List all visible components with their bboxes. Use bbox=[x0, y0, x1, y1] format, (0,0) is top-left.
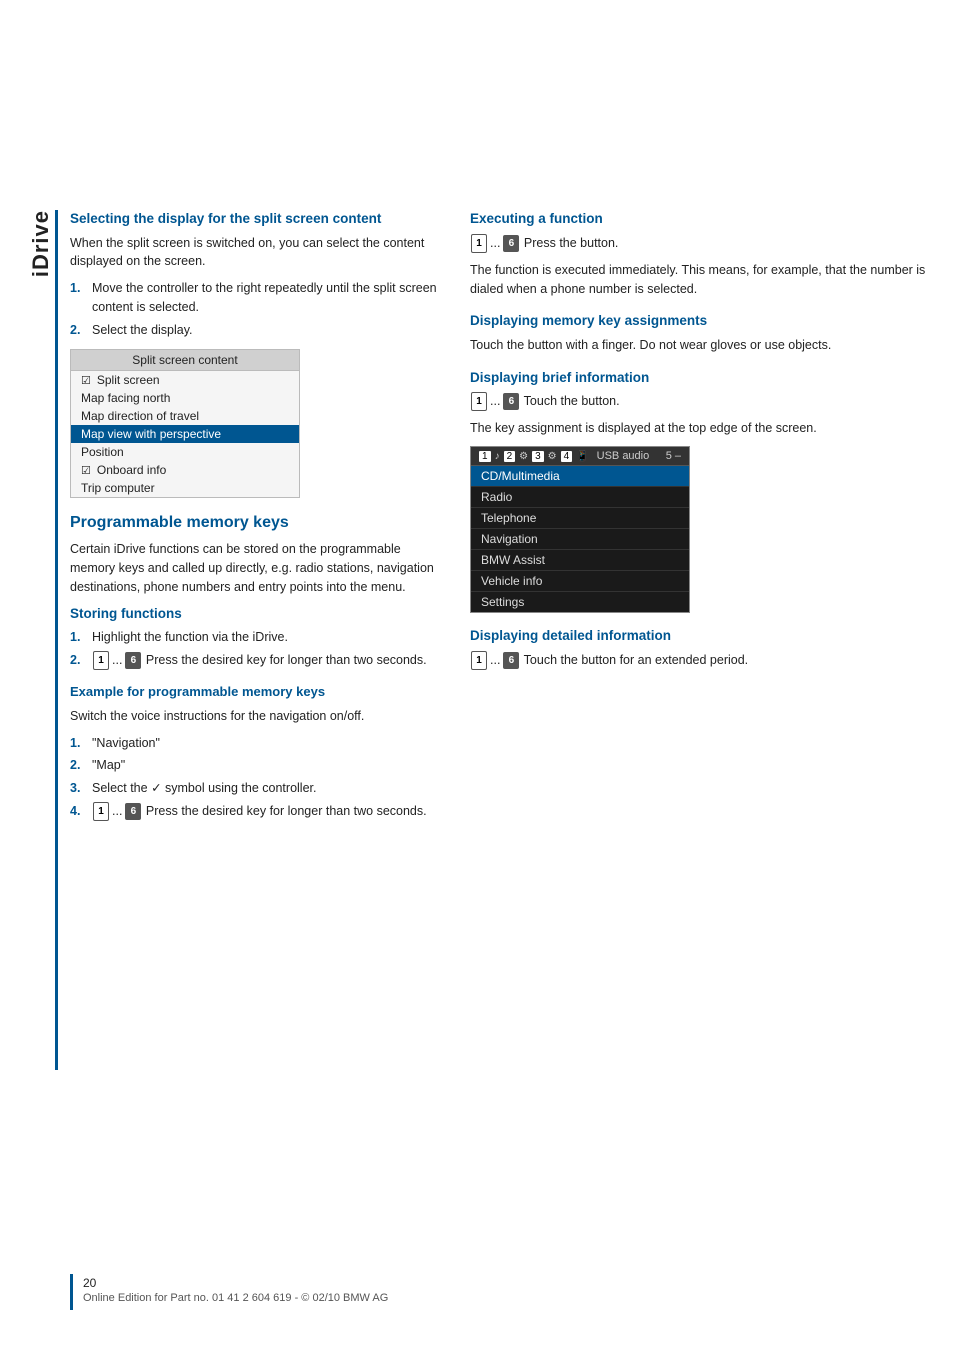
example-step-1: 1. "Navigation" bbox=[70, 734, 440, 753]
executing-function-section: Executing a function 1 ... 6 Press the b… bbox=[470, 210, 940, 298]
menu-navigation: Navigation bbox=[471, 529, 689, 550]
executing-instruction: 1 ... 6 Press the button. bbox=[470, 234, 940, 253]
menu-telephone: Telephone bbox=[471, 508, 689, 529]
prog-memory-title: Programmable memory keys bbox=[70, 514, 440, 532]
menu-item-split-screen: ☑ Split screen bbox=[71, 371, 299, 389]
example-heading: Example for programmable memory keys bbox=[70, 684, 440, 701]
nav-menu-header: 1 ♪ 2 ⚙ 3 ⚙ 4 📱 USB audio 5 – bbox=[471, 447, 689, 466]
example-subsection: Example for programmable memory keys Swi… bbox=[70, 684, 440, 821]
displaying-detailed-heading: Displaying detailed information bbox=[470, 627, 940, 645]
programmable-memory-section: Programmable memory keys Certain iDrive … bbox=[70, 514, 440, 821]
header-icon-3: ⚙ bbox=[519, 451, 528, 462]
header-icon-4: ⚙ bbox=[548, 451, 557, 462]
menu-item-trip: Trip computer bbox=[71, 479, 299, 497]
example-step-2: 2. "Map" bbox=[70, 756, 440, 775]
main-content: Selecting the display for the split scre… bbox=[70, 210, 940, 835]
step-1: 1. Move the controller to the right repe… bbox=[70, 279, 440, 317]
example-steps-list: 1. "Navigation" 2. "Map" 3. Select the ✓… bbox=[70, 734, 440, 821]
key-1-detailed: 1 bbox=[471, 651, 487, 670]
displaying-brief-heading: Displaying brief information bbox=[470, 369, 940, 387]
header-num-3: 3 bbox=[532, 451, 544, 462]
key-6-brief: 6 bbox=[503, 393, 519, 410]
example-step-4: 4. 1 ... 6 Press the desired key for lon… bbox=[70, 802, 440, 821]
prog-memory-intro: Certain iDrive functions can be stored o… bbox=[70, 540, 440, 596]
example-body: Switch the voice instructions for the na… bbox=[70, 707, 440, 726]
header-icon-5: 📱 bbox=[576, 451, 588, 462]
displaying-brief-instruction: 1 ... 6 Touch the button. bbox=[470, 392, 940, 411]
idrive-label: iDrive bbox=[28, 210, 54, 277]
selecting-display-body: When the split screen is switched on, yo… bbox=[70, 234, 440, 272]
executing-key-group: 1 ... 6 bbox=[470, 234, 520, 253]
footer-accent-bar bbox=[70, 1274, 73, 1310]
header-num-5: 5 – bbox=[666, 450, 681, 462]
displaying-brief-section: Displaying brief information 1 ... 6 Tou… bbox=[470, 369, 940, 614]
left-column: Selecting the display for the split scre… bbox=[70, 210, 440, 835]
key-1-badge: 1 bbox=[93, 651, 109, 670]
storing-functions-subsection: Storing functions 1. Highlight the funct… bbox=[70, 605, 440, 671]
detailed-key-group: 1 ... 6 bbox=[470, 651, 520, 670]
menu-item-map-perspective: Map view with perspective bbox=[71, 425, 299, 443]
header-icon-2: ♪ bbox=[495, 451, 500, 462]
footer: 20 Online Edition for Part no. 01 41 2 6… bbox=[70, 1274, 924, 1310]
selecting-display-section: Selecting the display for the split scre… bbox=[70, 210, 440, 498]
menu-settings: Settings bbox=[471, 592, 689, 612]
displaying-assignments-heading: Displaying memory key assignments bbox=[470, 312, 940, 330]
displaying-detailed-instruction: 1 ... 6 Touch the button for an extended… bbox=[470, 651, 940, 670]
key-1-badge-2: 1 bbox=[93, 802, 109, 821]
menu-cd-multimedia: CD/Multimedia bbox=[471, 466, 689, 487]
footer-content: 20 Online Edition for Part no. 01 41 2 6… bbox=[83, 1274, 388, 1304]
storing-steps-list: 1. Highlight the function via the iDrive… bbox=[70, 628, 440, 670]
executing-body: The function is executed immediately. Th… bbox=[470, 261, 940, 299]
split-screen-title: Split screen content bbox=[71, 350, 299, 371]
displaying-brief-body: The key assignment is displayed at the t… bbox=[470, 419, 940, 438]
displaying-detailed-section: Displaying detailed information 1 ... 6 … bbox=[470, 627, 940, 670]
header-num-1: 1 bbox=[479, 451, 491, 462]
key-1-brief: 1 bbox=[471, 392, 487, 411]
menu-item-map-north: Map facing north bbox=[71, 389, 299, 407]
key-6-detailed: 6 bbox=[503, 652, 519, 669]
displaying-assignments-body: Touch the button with a finger. Do not w… bbox=[470, 336, 940, 355]
page-number: 20 bbox=[83, 1276, 388, 1290]
key-1-exec: 1 bbox=[471, 234, 487, 253]
menu-item-map-travel: Map direction of travel bbox=[71, 407, 299, 425]
menu-bmw-assist: BMW Assist bbox=[471, 550, 689, 571]
key-6-badge-2: 6 bbox=[125, 803, 141, 820]
footer-copyright: Online Edition for Part no. 01 41 2 604 … bbox=[83, 1292, 388, 1304]
header-num-2: 2 bbox=[504, 451, 516, 462]
page-container: iDrive Selecting the display for the spl… bbox=[0, 0, 954, 1350]
key-badge-group: 1 ... 6 bbox=[92, 651, 142, 670]
menu-vehicle-info: Vehicle info bbox=[471, 571, 689, 592]
menu-item-onboard: ☑ Onboard info bbox=[71, 461, 299, 479]
two-column-layout: Selecting the display for the split scre… bbox=[70, 210, 940, 835]
right-column: Executing a function 1 ... 6 Press the b… bbox=[470, 210, 940, 835]
key-badge-group-2: 1 ... 6 bbox=[92, 802, 142, 821]
split-screen-menu-box: Split screen content ☑ Split screen Map … bbox=[70, 349, 300, 498]
nav-menu-box: 1 ♪ 2 ⚙ 3 ⚙ 4 📱 USB audio 5 – CD/Multime… bbox=[470, 446, 690, 613]
storing-functions-heading: Storing functions bbox=[70, 605, 440, 623]
key-6-exec: 6 bbox=[503, 235, 519, 252]
executing-heading: Executing a function bbox=[470, 210, 940, 228]
header-num-4: 4 bbox=[561, 451, 573, 462]
storing-step-2: 2. 1 ... 6 Press the desired key for lon… bbox=[70, 651, 440, 670]
selecting-display-steps: 1. Move the controller to the right repe… bbox=[70, 279, 440, 339]
usb-label: USB audio bbox=[597, 450, 650, 462]
left-accent-bar bbox=[55, 210, 58, 1070]
example-step-3: 3. Select the ✓ symbol using the control… bbox=[70, 779, 440, 798]
displaying-assignments-section: Displaying memory key assignments Touch … bbox=[470, 312, 940, 354]
brief-key-group: 1 ... 6 bbox=[470, 392, 520, 411]
step-2: 2. Select the display. bbox=[70, 321, 440, 340]
key-6-badge: 6 bbox=[125, 652, 141, 669]
menu-radio: Radio bbox=[471, 487, 689, 508]
storing-step-1: 1. Highlight the function via the iDrive… bbox=[70, 628, 440, 647]
selecting-display-heading: Selecting the display for the split scre… bbox=[70, 210, 440, 228]
menu-item-position: Position bbox=[71, 443, 299, 461]
